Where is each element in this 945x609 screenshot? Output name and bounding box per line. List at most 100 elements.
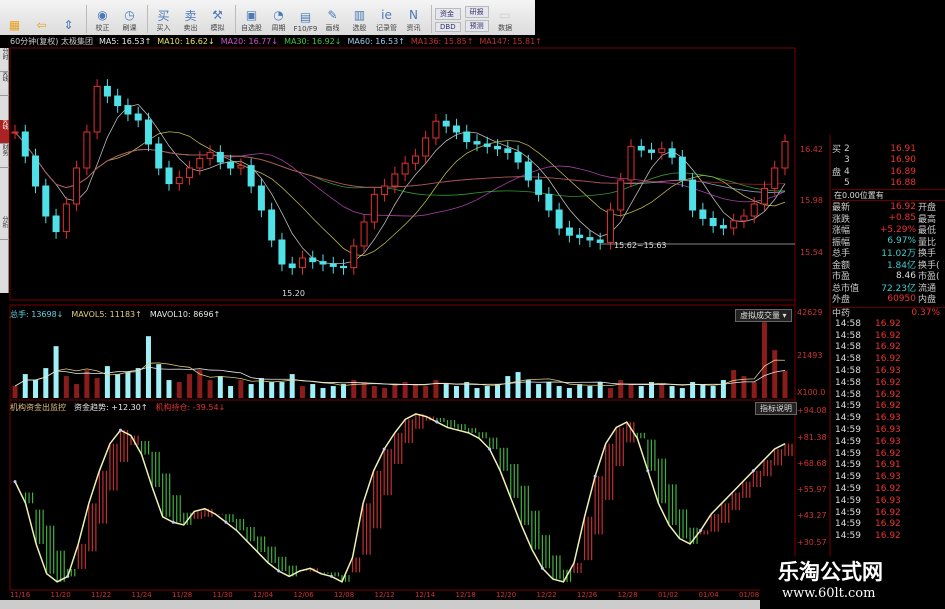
candle [319, 261, 327, 265]
candle [155, 143, 163, 169]
date-axis-label: 12/04 [253, 591, 274, 599]
candle [452, 125, 460, 133]
candle [411, 155, 419, 164]
tick-row: 14:59 16.92 [835, 401, 945, 413]
volume-bar [310, 384, 316, 398]
volume-bar [474, 388, 480, 398]
tick-price: 16.92 [875, 401, 901, 412]
tick-list[interactable]: 14:58 16.92 14:58 16.92 14:58 16.92 14:58 16.92… [835, 318, 945, 542]
volume-bar [638, 386, 644, 398]
indicator-point [224, 520, 228, 524]
volume-stat: MAVOL5: 11183↑ [71, 310, 142, 319]
tick-row: 14:58 16.92 [835, 389, 945, 401]
quote-value: +0.85 [888, 213, 916, 224]
tick-row: 14:59 16.91 [835, 460, 945, 472]
tick-price: 16.92 [875, 377, 901, 388]
bid-label: 买 [832, 145, 842, 156]
mavol5-line [14, 359, 786, 387]
bid-row: 3 16.90 [832, 155, 945, 167]
date-axis-label: 11/20 [50, 591, 71, 599]
candle [391, 173, 399, 187]
volume-bar [731, 370, 737, 398]
indicator-point [66, 574, 70, 578]
volume-bar [371, 386, 377, 398]
volume-bar [22, 374, 28, 398]
candle [298, 257, 306, 269]
volume-bar [341, 384, 347, 398]
tick-row: 14:58 16.92 [835, 330, 945, 342]
tick-price: 16.92 [875, 389, 901, 400]
bid-level: 5 [844, 178, 850, 189]
volume-bar [104, 366, 110, 398]
candle [442, 120, 450, 127]
candle [257, 185, 265, 211]
candle [227, 161, 235, 169]
bid-level: 2 [844, 143, 850, 154]
candle [144, 119, 152, 145]
range-annotation: 15.62~15.63 [614, 241, 667, 250]
candle [473, 141, 481, 145]
candle [42, 185, 50, 217]
candle [637, 145, 645, 151]
tick-time: 14:59 [835, 507, 861, 518]
candle [658, 148, 666, 153]
candle [216, 151, 224, 163]
volume-bar [761, 322, 767, 398]
date-axis-label: 11/22 [91, 591, 112, 599]
virtual-volume-dropdown[interactable]: 虚拟成交量 ▾ [735, 309, 792, 322]
volume-bar [628, 384, 634, 398]
indicator-point [329, 574, 333, 578]
candle [247, 165, 255, 187]
date-axis-label: 12/14 [415, 591, 436, 599]
bid-row: 盘 4 16.89 [832, 166, 945, 179]
candle [565, 227, 573, 236]
bid-price: 16.91 [890, 143, 916, 154]
indicator-header: 机构资金出监控 资金趋势: +12.30↑ 机构持仓: -39.54↓ [10, 402, 233, 413]
tick-row: 14:59 16.93 [835, 436, 945, 448]
volume-axis-label: X100.0 [797, 388, 826, 397]
candle [617, 179, 625, 211]
volume-stat: MAVOL10: 8696↑ [149, 310, 221, 319]
sector-row[interactable]: 中药 0.37% [832, 306, 945, 319]
candle [750, 203, 758, 217]
candle [83, 131, 91, 169]
volume-bar [330, 386, 336, 398]
volume-bar [505, 376, 511, 398]
volume-bar [443, 384, 449, 398]
volume-bar [453, 386, 459, 398]
indicator-help-button[interactable]: 指标说明 [755, 402, 797, 415]
volume-bar [125, 372, 131, 398]
tick-row: 14:59 16.92 [835, 483, 945, 495]
tick-time: 14:58 [835, 330, 861, 341]
tick-price: 16.92 [875, 531, 901, 542]
candle [52, 215, 60, 233]
bid-level: 3 [844, 155, 850, 166]
quote-value: 1.84亿 [886, 260, 916, 271]
bid-level: 4 [844, 166, 850, 177]
tick-price: 16.93 [875, 495, 901, 506]
tick-row: 14:59 16.93 [835, 424, 945, 436]
candle [278, 239, 286, 265]
candle [370, 193, 378, 223]
bottom-tab-bar[interactable] [0, 600, 760, 609]
tick-price: 16.93 [875, 413, 901, 424]
volume-bar [423, 386, 429, 398]
tick-row: 14:59 16.93 [835, 412, 945, 424]
volume-axis-label: 42629 [797, 308, 823, 317]
quote-value: 72.23亿 [881, 283, 916, 294]
volume-bar [320, 388, 326, 398]
candle [124, 105, 132, 115]
price-axis-label: 16.42 [800, 145, 823, 154]
date-axis-label: 12/20 [496, 591, 517, 599]
volume-bar [187, 374, 193, 398]
tick-time: 14:59 [835, 401, 861, 412]
candle [648, 149, 656, 153]
candle [781, 141, 789, 169]
volume-bar [587, 386, 593, 398]
tick-row: 14:58 16.92 [835, 377, 945, 389]
panel-frame [9, 399, 796, 591]
candle [771, 167, 779, 189]
volume-bar [279, 382, 285, 398]
candle [329, 263, 337, 267]
candle [237, 165, 245, 169]
